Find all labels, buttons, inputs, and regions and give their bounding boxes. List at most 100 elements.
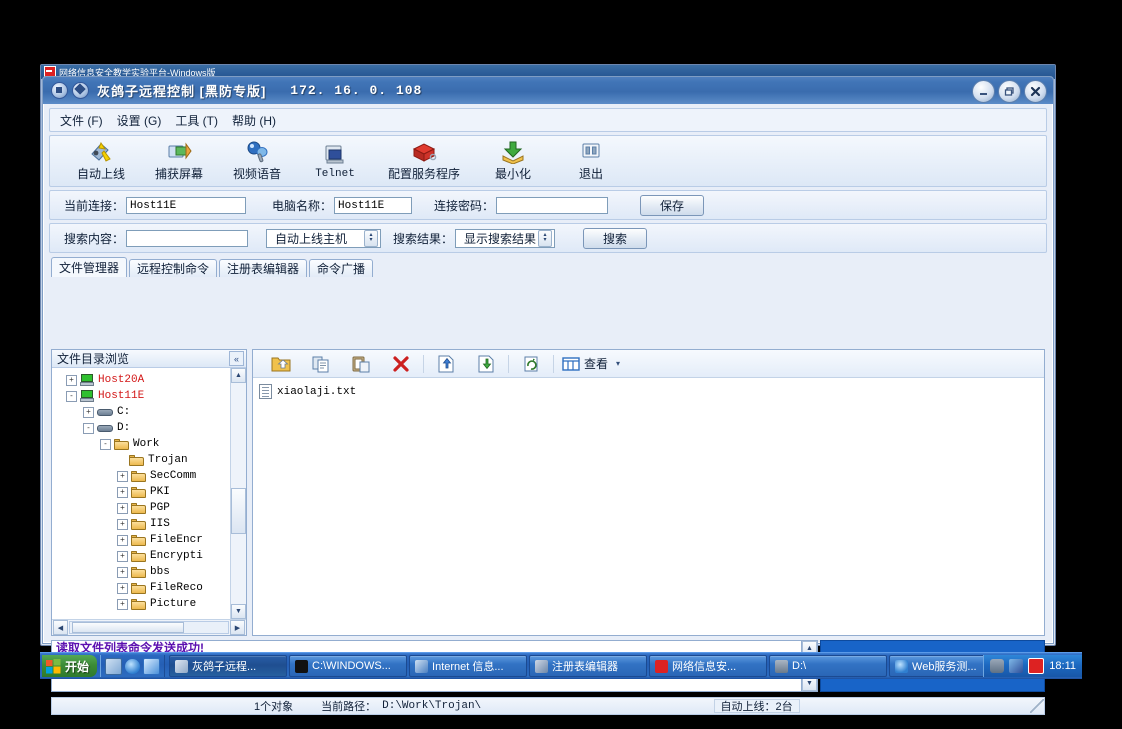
view-button[interactable]: 查看 ▾ bbox=[556, 351, 626, 376]
expand-node-icon[interactable]: + bbox=[66, 374, 77, 386]
windows-flag-icon bbox=[46, 658, 61, 673]
expand-node-icon[interactable]: + bbox=[117, 550, 128, 562]
tree-vertical-scrollbar[interactable]: ▲ ▼ bbox=[230, 368, 246, 619]
taskbar-task[interactable]: 灰鸽子远程... bbox=[169, 655, 288, 677]
scroll-right-icon[interactable]: ▶ bbox=[230, 620, 245, 635]
taskbar-task[interactable]: C:\WINDOWS... bbox=[289, 655, 408, 677]
tree-node-label: bbs bbox=[150, 566, 170, 578]
connection-password-input[interactable] bbox=[496, 196, 609, 214]
menu-tools[interactable]: 工具 (T) bbox=[175, 112, 218, 129]
toolbar-configure-service-button[interactable]: 配置服务程序 bbox=[374, 138, 474, 184]
resize-grip-icon[interactable] bbox=[1030, 699, 1044, 713]
search-result-select[interactable]: 显示搜索结果 ▴ ▾ bbox=[455, 228, 556, 248]
search-button[interactable]: 搜索 bbox=[583, 227, 648, 249]
tree-node[interactable]: + FileEncr bbox=[52, 532, 246, 548]
paste-button[interactable] bbox=[341, 351, 381, 376]
tab-registry-editor[interactable]: 注册表编辑器 bbox=[219, 259, 308, 277]
up-folder-button[interactable] bbox=[261, 351, 301, 376]
tray-network-icon[interactable] bbox=[1009, 659, 1024, 673]
expand-node-icon[interactable]: + bbox=[117, 470, 128, 482]
upload-button[interactable] bbox=[426, 351, 466, 376]
directory-tree-title: 文件目录浏览 bbox=[57, 352, 130, 366]
expand-node-icon[interactable]: + bbox=[117, 486, 128, 498]
menu-file[interactable]: 文件 (F) bbox=[60, 112, 103, 129]
collapse-node-icon[interactable]: - bbox=[100, 438, 111, 450]
tray-clock[interactable]: 18:11 bbox=[1049, 660, 1076, 672]
restore-button[interactable] bbox=[998, 80, 1021, 103]
host-type-select[interactable]: 自动上线主机 ▴ ▾ bbox=[266, 228, 382, 248]
toolbar-video-voice-button[interactable]: 视频语音 bbox=[218, 138, 296, 184]
search-content-input[interactable] bbox=[126, 229, 249, 247]
taskbar-task[interactable]: 网络信息安... bbox=[649, 655, 768, 677]
tab-remote-command[interactable]: 远程控制命令 bbox=[129, 259, 218, 277]
ql-showdesktop-icon[interactable] bbox=[105, 657, 123, 675]
expand-node-icon[interactable]: + bbox=[117, 502, 128, 514]
toolbar-exit-button[interactable]: 退出 bbox=[552, 138, 630, 184]
list-item[interactable]: xiaolaji.txt bbox=[259, 383, 1044, 400]
tab-file-manager[interactable]: 文件管理器 bbox=[51, 257, 128, 277]
tray-disk-icon[interactable] bbox=[990, 659, 1005, 673]
minimize-button[interactable] bbox=[972, 80, 995, 103]
tree-horizontal-scrollbar[interactable]: ◀ ▶ bbox=[52, 619, 246, 635]
app-titlebar[interactable]: 灰鸽子远程控制 [黑防专版] 172. 16. 0. 108 bbox=[43, 77, 1053, 104]
close-button[interactable] bbox=[1024, 80, 1047, 103]
save-button[interactable]: 保存 bbox=[640, 194, 705, 216]
tab-command-broadcast[interactable]: 命令广播 bbox=[309, 259, 374, 277]
chevron-down-icon[interactable]: ▾ bbox=[616, 359, 620, 368]
toolbar-telnet-button[interactable]: Telnet bbox=[296, 138, 374, 184]
tree-node[interactable]: + PKI bbox=[52, 484, 246, 500]
folder-icon bbox=[129, 454, 144, 466]
collapse-node-icon[interactable]: - bbox=[83, 422, 94, 434]
taskbar-task[interactable]: Web服务测... bbox=[889, 655, 984, 677]
expand-node-icon[interactable]: + bbox=[117, 598, 128, 610]
copy-button[interactable] bbox=[301, 351, 341, 376]
tree-node[interactable]: + PGP bbox=[52, 500, 246, 516]
start-button[interactable]: 开始 bbox=[42, 655, 98, 677]
taskbar-task[interactable]: D:\ bbox=[769, 655, 888, 677]
scroll-down-icon[interactable]: ▼ bbox=[231, 604, 246, 619]
download-button[interactable] bbox=[466, 351, 506, 376]
toolbar-minimize-button[interactable]: 最小化 bbox=[474, 138, 552, 184]
toolbar-auto-online-button[interactable]: 自动上线 bbox=[62, 138, 140, 184]
computer-name-input[interactable]: Host11E bbox=[334, 196, 413, 214]
tree-node[interactable]: - Work bbox=[52, 436, 246, 452]
toolbar-capture-screen-button[interactable]: 捕获屏幕 bbox=[140, 138, 218, 184]
tree-node[interactable]: + bbs bbox=[52, 564, 246, 580]
menu-help[interactable]: 帮助 (H) bbox=[232, 112, 276, 129]
tree-node[interactable]: + Encrypti bbox=[52, 548, 246, 564]
tree-node[interactable]: + Picture bbox=[52, 596, 246, 612]
tree-node[interactable]: Trojan bbox=[52, 452, 246, 468]
tree-scroll-thumb[interactable] bbox=[231, 488, 246, 534]
tree-node[interactable]: - Host11E bbox=[52, 388, 246, 404]
tree-node[interactable]: + SecComm bbox=[52, 468, 246, 484]
file-list[interactable]: xiaolaji.txt bbox=[253, 378, 1044, 635]
expand-node-icon[interactable]: + bbox=[117, 534, 128, 546]
file-name: xiaolaji.txt bbox=[277, 385, 357, 398]
tree-node[interactable]: + C: bbox=[52, 404, 246, 420]
taskbar-task[interactable]: 注册表编辑器 bbox=[529, 655, 648, 677]
menu-settings[interactable]: 设置 (G) bbox=[117, 112, 162, 129]
tray-nis-icon[interactable] bbox=[1028, 658, 1045, 674]
refresh-button[interactable] bbox=[511, 351, 551, 376]
scroll-up-icon[interactable]: ▲ bbox=[231, 368, 246, 383]
collapse-panel-button[interactable]: « bbox=[229, 351, 244, 366]
expand-node-icon[interactable]: + bbox=[117, 518, 128, 530]
minimize-tray-icon bbox=[500, 140, 526, 164]
h-scroll-track[interactable] bbox=[69, 621, 229, 634]
tree-node[interactable]: + FileReco bbox=[52, 580, 246, 596]
ql-ie-icon[interactable] bbox=[125, 658, 141, 674]
tree-node[interactable]: + IIS bbox=[52, 516, 246, 532]
delete-button[interactable] bbox=[381, 351, 421, 376]
collapse-node-icon[interactable]: - bbox=[66, 390, 77, 402]
tree-node[interactable]: - D: bbox=[52, 420, 246, 436]
current-connection-input[interactable]: Host11E bbox=[126, 196, 247, 214]
scroll-left-icon[interactable]: ◀ bbox=[53, 620, 68, 635]
tree-node[interactable]: + Host20A bbox=[52, 372, 246, 388]
expand-node-icon[interactable]: + bbox=[117, 566, 128, 578]
taskbar-task[interactable]: Internet 信息... bbox=[409, 655, 528, 677]
ql-media-icon[interactable] bbox=[143, 657, 161, 675]
h-scroll-thumb[interactable] bbox=[72, 622, 184, 633]
expand-node-icon[interactable]: + bbox=[117, 582, 128, 594]
expand-node-icon[interactable]: + bbox=[83, 406, 94, 418]
directory-tree-body: + Host20A - Host11E + C: - D: - Work Trojan + SecCom… bbox=[52, 368, 246, 619]
